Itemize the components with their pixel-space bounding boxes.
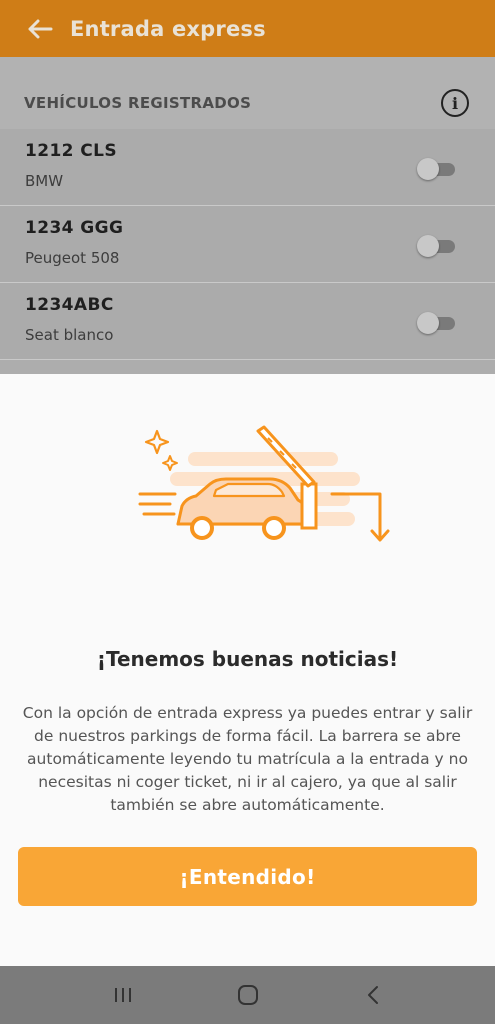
express-toggle[interactable] bbox=[417, 312, 457, 334]
list-item[interactable]: 1212 CLS BMW bbox=[0, 129, 495, 206]
bottom-sheet: ¡Tenemos buenas noticias! Con la opción … bbox=[0, 374, 495, 966]
understood-button[interactable]: ¡Entendido! bbox=[18, 847, 477, 906]
info-icon[interactable]: i bbox=[441, 89, 469, 117]
express-toggle[interactable] bbox=[417, 235, 457, 257]
vehicle-model: BMW bbox=[25, 172, 64, 190]
list-item[interactable]: 1234ABC Seat blanco bbox=[0, 283, 495, 360]
home-icon bbox=[237, 985, 258, 1005]
back-nav-button[interactable] bbox=[349, 971, 397, 1019]
express-toggle[interactable] bbox=[417, 158, 457, 180]
vehicle-plate: 1234ABC bbox=[25, 295, 114, 315]
page-title: Entrada express bbox=[70, 16, 266, 41]
vehicle-plate: 1212 CLS bbox=[25, 141, 117, 161]
system-nav-bar bbox=[0, 966, 495, 1024]
app-bar: Entrada express bbox=[0, 0, 495, 57]
section-title: VEHÍCULOS REGISTRADOS bbox=[24, 94, 252, 112]
recent-apps-icon bbox=[114, 988, 131, 1002]
recent-apps-button[interactable] bbox=[99, 971, 147, 1019]
vehicle-model: Peugeot 508 bbox=[25, 249, 120, 267]
car-barrier-entry-icon bbox=[138, 425, 390, 542]
back-button[interactable] bbox=[16, 5, 64, 53]
back-icon bbox=[367, 986, 378, 1004]
screen: Entrada express VEHÍCULOS REGISTRADOS i … bbox=[0, 0, 495, 1024]
section-header: VEHÍCULOS REGISTRADOS i bbox=[0, 77, 495, 129]
arrow-left-icon bbox=[28, 19, 53, 38]
vehicle-model: Seat blanco bbox=[25, 326, 114, 344]
vehicle-list: 1212 CLS BMW 1234 GGG Peugeot 508 1234AB… bbox=[0, 129, 495, 360]
sheet-description: Con la opción de entrada express ya pued… bbox=[22, 704, 473, 814]
home-button[interactable] bbox=[224, 971, 272, 1019]
list-item[interactable]: 1234 GGG Peugeot 508 bbox=[0, 206, 495, 283]
sheet-title: ¡Tenemos buenas noticias! bbox=[96, 647, 399, 671]
vehicle-plate: 1234 GGG bbox=[25, 218, 124, 238]
